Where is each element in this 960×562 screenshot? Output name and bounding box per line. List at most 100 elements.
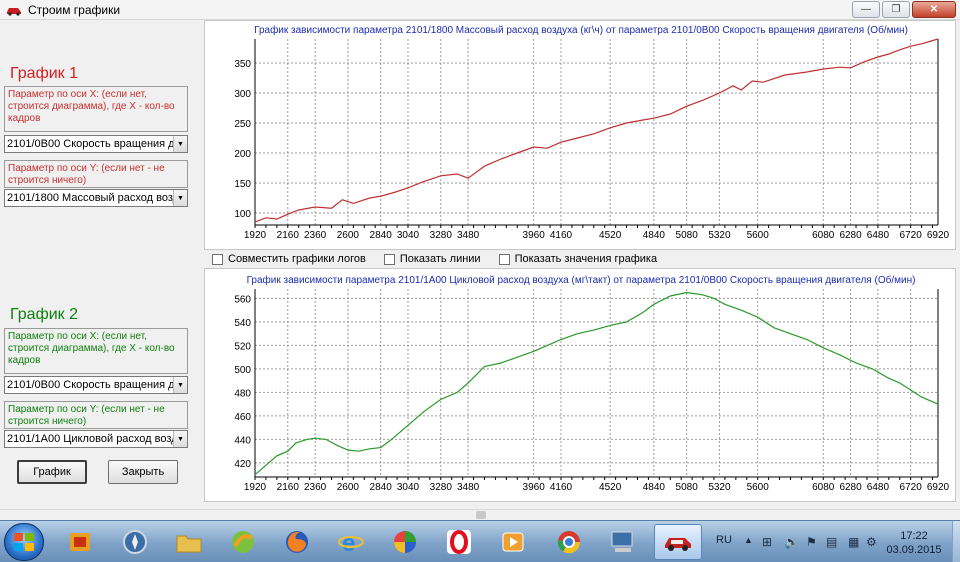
- x-tick-label: 3480: [457, 482, 480, 493]
- y-tick-label: 300: [234, 89, 251, 100]
- network-icon[interactable]: ▤: [826, 535, 837, 549]
- folder-icon: [176, 535, 202, 553]
- windows-start-button[interactable]: [4, 523, 44, 561]
- x-tick-label: 1920: [244, 482, 267, 493]
- x-tick-label: 2600: [337, 482, 360, 493]
- taskbar-chrome[interactable]: [548, 524, 590, 560]
- checkbox-box[interactable]: [212, 253, 223, 265]
- checkbox-box[interactable]: [383, 253, 395, 265]
- maximize-button[interactable]: ❐: [882, 1, 910, 18]
- x-tick-label: 5080: [676, 482, 699, 493]
- close-window-button[interactable]: ✕: [912, 1, 956, 18]
- taskbar-ie[interactable]: e: [330, 524, 372, 560]
- taskbar-app-4[interactable]: [384, 524, 426, 560]
- graph2-y-select-value: 2101/1A00 Цикловой расход воздуха: [7, 433, 173, 445]
- taskbar-explorer[interactable]: [168, 524, 210, 560]
- show-desktop-button[interactable]: [952, 521, 960, 562]
- tray-expand-icon[interactable]: ▲: [744, 535, 753, 545]
- y-tick-label: 250: [234, 119, 251, 130]
- flag-icon[interactable]: ⚑: [806, 535, 817, 549]
- graph2-y-select[interactable]: 2101/1A00 Цикловой расход воздуха ▼: [4, 430, 188, 448]
- taskbar-network[interactable]: [602, 524, 644, 560]
- horizontal-scrollbar[interactable]: [0, 509, 960, 519]
- y-tick-label: 440: [234, 435, 251, 446]
- x-tick-label: 2360: [304, 482, 327, 493]
- svg-text:e: e: [342, 530, 355, 555]
- checkbox-merge-logs[interactable]: Совместить графики логов: [212, 253, 366, 265]
- checkbox-label: Показать значения графика: [514, 253, 658, 265]
- clock[interactable]: 17:22 03.09.2015: [884, 529, 944, 557]
- tray-app-icon[interactable]: ⚙: [866, 535, 877, 549]
- graph1-y-select[interactable]: 2101/1800 Массовый расход воздуха ▼: [4, 189, 188, 207]
- taskbar: e RU ▲ ⊞ 🔈 ⚑ ▤ ▦ ⚙ 17:22 03.09.2015: [0, 520, 960, 562]
- taskbar-app-2[interactable]: [114, 524, 156, 560]
- x-tick-label: 2160: [277, 230, 300, 241]
- x-tick-label: 6920: [927, 482, 950, 493]
- chevron-down-icon[interactable]: ▼: [173, 377, 187, 393]
- close-button[interactable]: Закрыть: [108, 460, 178, 484]
- x-tick-label: 4160: [550, 230, 573, 241]
- battery-icon[interactable]: ▦: [848, 535, 859, 549]
- y-tick-label: 100: [234, 209, 251, 220]
- checkbox-show-values[interactable]: Показать значения графика: [498, 253, 658, 265]
- x-tick-label: 2840: [370, 230, 393, 241]
- opera-icon: [447, 530, 471, 554]
- graph2-x-select[interactable]: 2101/0B00 Скорость вращения двигателя ▼: [4, 376, 188, 394]
- checkbox-box[interactable]: [498, 253, 510, 265]
- taskbar-opera[interactable]: [438, 524, 480, 560]
- firefox-icon: [286, 531, 308, 553]
- media-player-icon: [502, 532, 524, 552]
- y-tick-label: 350: [234, 59, 251, 70]
- x-tick-label: 6480: [867, 230, 890, 241]
- x-tick-label: 4840: [643, 230, 666, 241]
- taskbar-firefox[interactable]: [276, 524, 318, 560]
- chevron-down-icon[interactable]: ▼: [173, 431, 187, 447]
- x-tick-label: 4840: [643, 482, 666, 493]
- checkbox-show-lines[interactable]: Показать линии: [383, 253, 481, 265]
- graph1-x-select-value: 2101/0B00 Скорость вращения двигателя: [7, 138, 173, 150]
- app-icon: [394, 531, 416, 553]
- plot-button[interactable]: График: [17, 460, 87, 484]
- taskbar-app-3[interactable]: [222, 524, 264, 560]
- graph2-x-param-label: Параметр по оси X: (если нет, строится д…: [4, 328, 188, 374]
- clock-time: 17:22: [900, 530, 928, 542]
- x-tick-label: 3040: [397, 230, 420, 241]
- x-tick-label: 2160: [277, 482, 300, 493]
- window-title: Строим графики: [28, 2, 121, 17]
- chart2-panel: График зависимости параметра 2101/1A00 Ц…: [204, 268, 956, 502]
- x-tick-label: 2600: [337, 230, 360, 241]
- car-icon: [665, 538, 691, 551]
- chevron-down-icon[interactable]: ▼: [173, 190, 187, 206]
- chart1-svg: 1920 2160 2360 2600 2840 3040 3280 3480 3960 4160…: [234, 38, 950, 241]
- x-tick-label: 5320: [708, 230, 731, 241]
- x-tick-label: 5320: [708, 482, 731, 493]
- checkbox-label: Показать линии: [399, 253, 481, 265]
- x-tick-label: 2840: [370, 482, 393, 493]
- taskbar-app-1[interactable]: [60, 524, 102, 560]
- x-tick-label: 6720: [900, 230, 923, 241]
- language-indicator[interactable]: RU: [716, 534, 732, 546]
- x-tick-label: 3960: [523, 482, 546, 493]
- x-tick-label: 3280: [430, 482, 453, 493]
- x-tick-label: 3960: [523, 230, 546, 241]
- taskbar-media[interactable]: [492, 524, 534, 560]
- x-tick-label: 2360: [304, 230, 327, 241]
- windows-tray-icon[interactable]: ⊞: [762, 535, 772, 549]
- chevron-down-icon[interactable]: ▼: [173, 136, 187, 152]
- chart2-svg: 1920 2160 2360 2600 2840 3040 3280 3480 3960 4160…: [234, 289, 950, 493]
- y-tick-label: 420: [234, 459, 251, 470]
- options-row: Совместить графики логов Показать линии …: [212, 253, 657, 265]
- taskbar-car-app[interactable]: [654, 524, 702, 560]
- clock-date: 03.09.2015: [886, 544, 942, 556]
- volume-icon[interactable]: 🔈: [784, 535, 799, 549]
- y-tick-label: 200: [234, 149, 251, 160]
- minimize-button[interactable]: —: [852, 1, 880, 18]
- x-tick-label: 5600: [747, 230, 770, 241]
- graph1-x-select[interactable]: 2101/0B00 Скорость вращения двигателя ▼: [4, 135, 188, 153]
- x-tick-label: 4160: [550, 482, 573, 493]
- scrollbar-thumb[interactable]: [476, 511, 486, 519]
- app-icon: [70, 533, 90, 551]
- app-icon: [232, 531, 254, 553]
- y-tick-label: 540: [234, 318, 251, 329]
- x-tick-label: 6480: [867, 482, 890, 493]
